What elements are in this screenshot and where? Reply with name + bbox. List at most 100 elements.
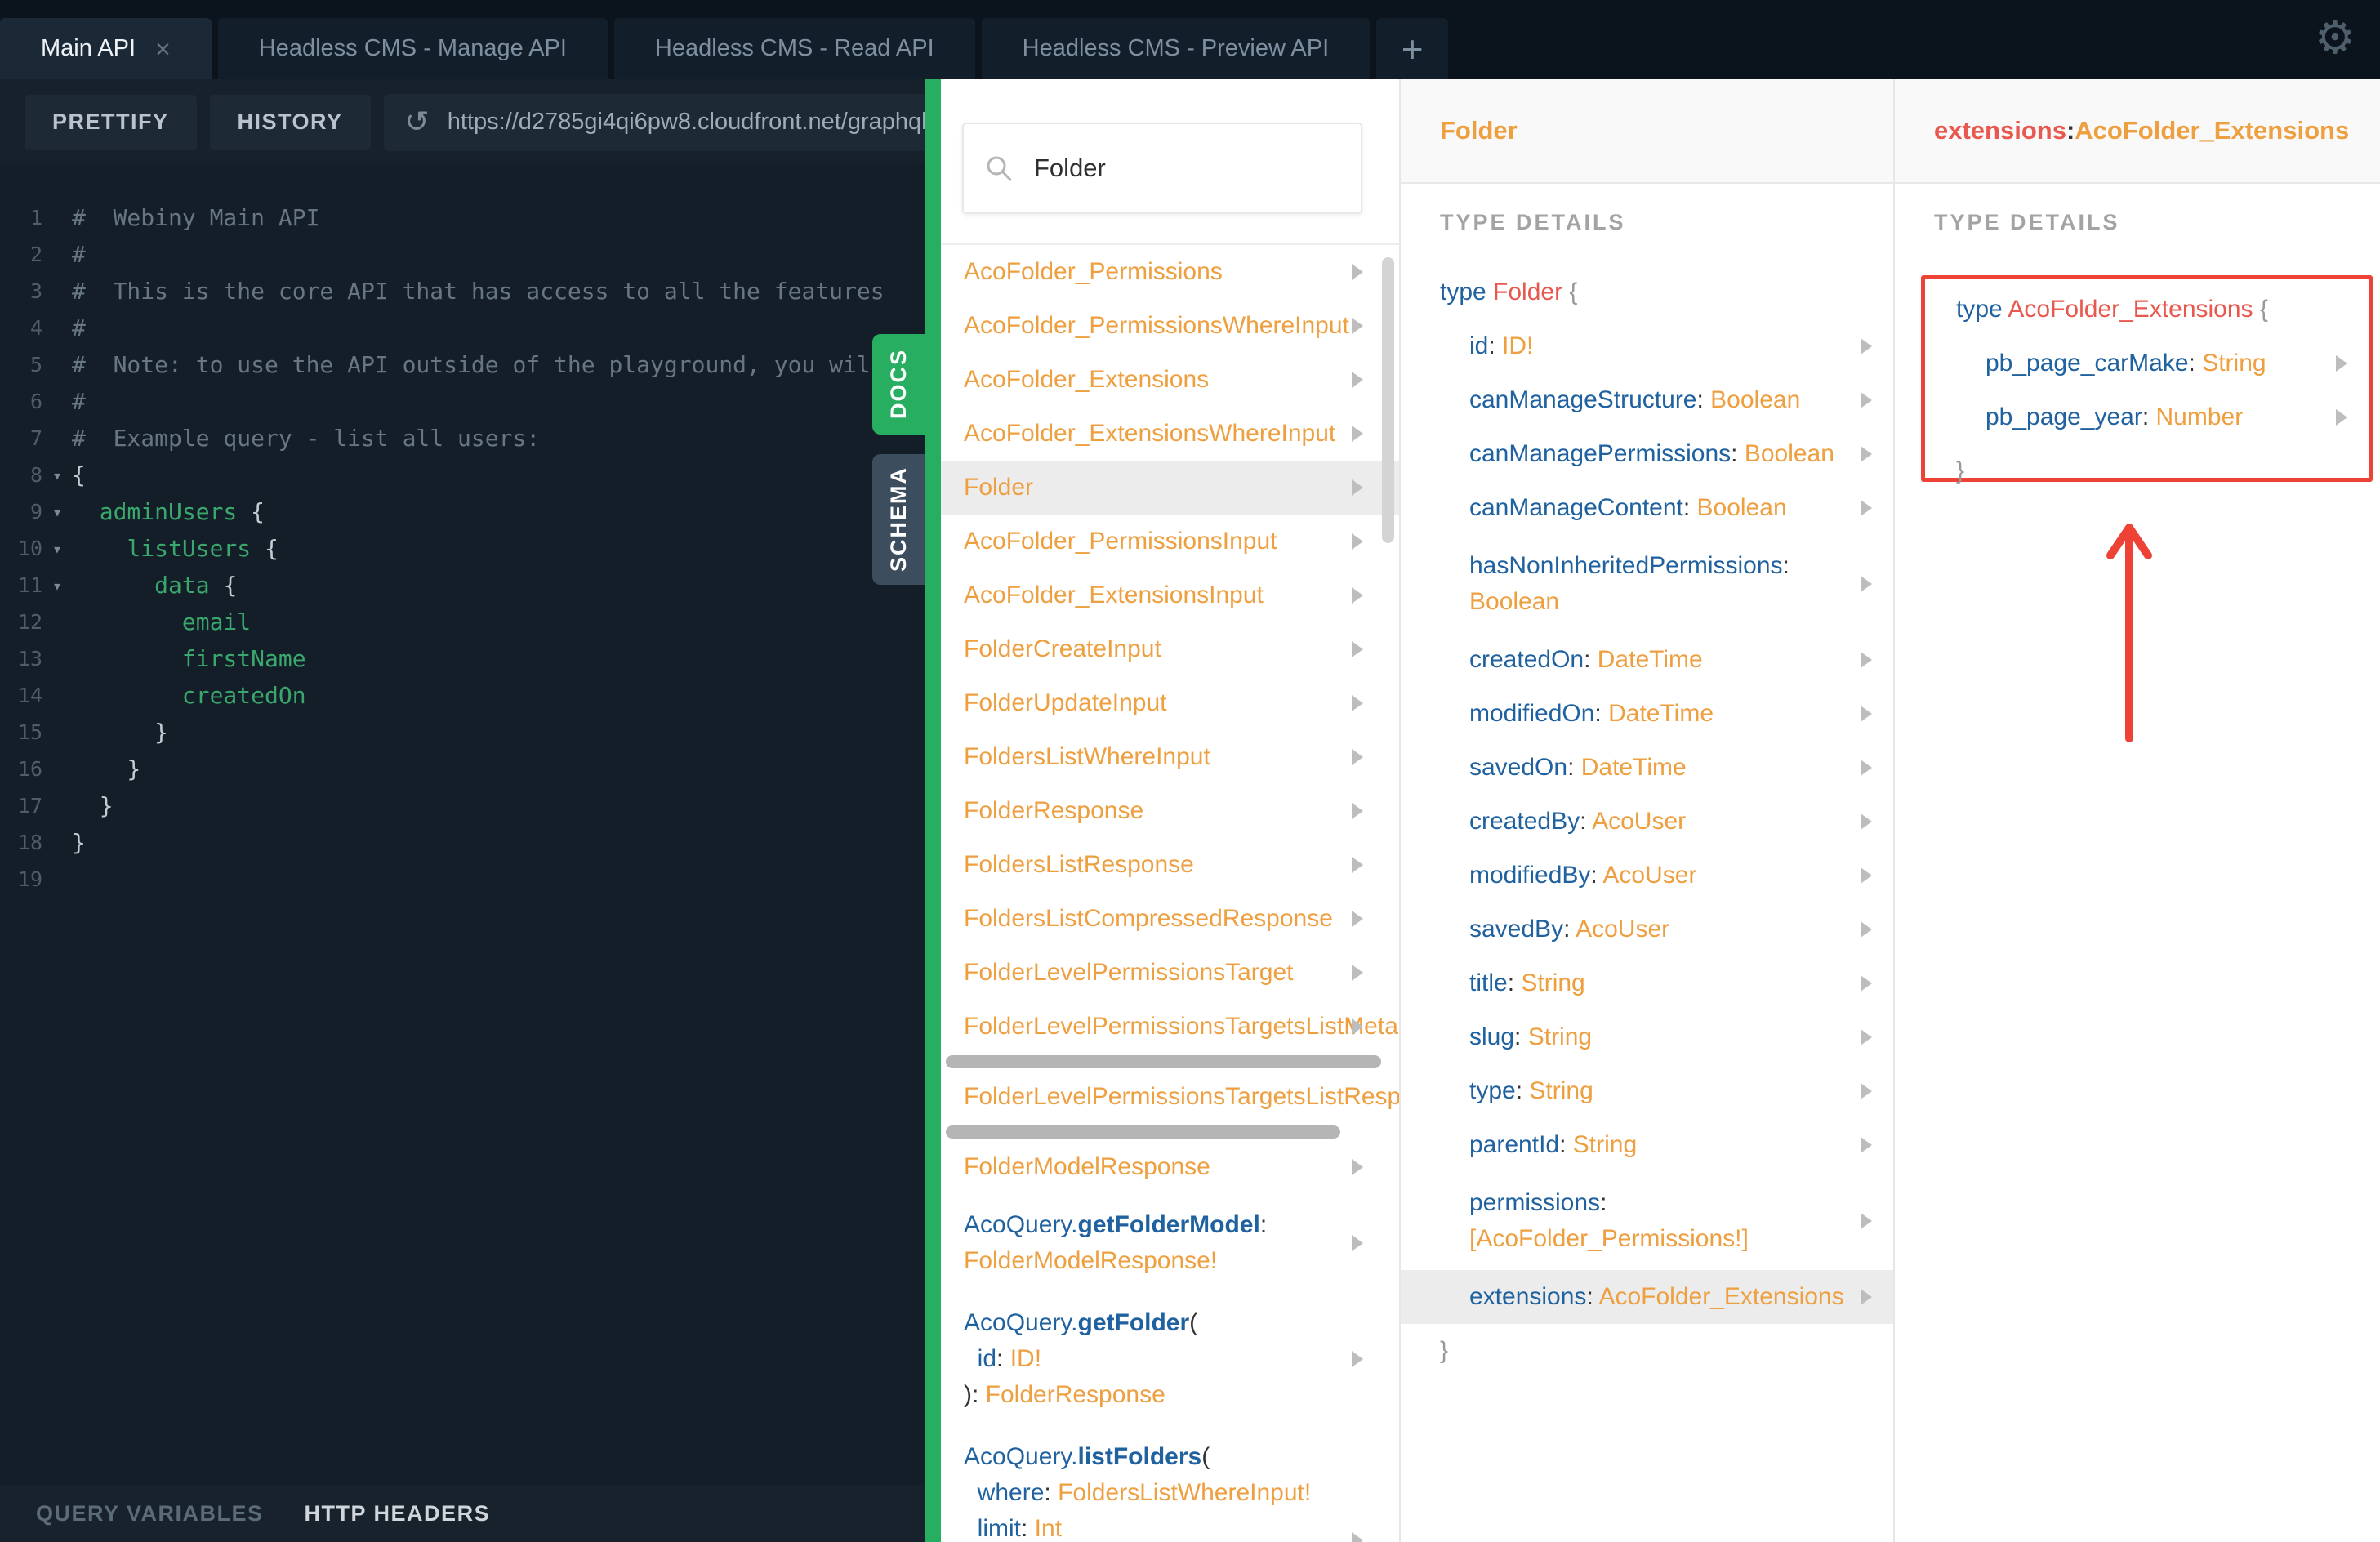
doc-list-item[interactable]: AcoFolder_PermissionsWhereInput: [941, 299, 1399, 353]
doc-list-item[interactable]: AcoFolder_Extensions: [941, 353, 1399, 407]
row-text: slug: String: [1469, 1023, 1593, 1050]
fold-caret-icon[interactable]: ▾: [42, 576, 72, 595]
type-field-row[interactable]: id: ID!: [1401, 319, 1893, 373]
type-field-row[interactable]: createdBy: AcoUser: [1401, 795, 1893, 849]
doc-list-item[interactable]: FoldersListWhereInput: [941, 730, 1399, 784]
row-text: pb_page_carMake: String: [1986, 350, 2266, 377]
type-field-row[interactable]: }: [1401, 1324, 1893, 1378]
type-field-row[interactable]: parentId: String: [1401, 1118, 1893, 1172]
query-editor-pane: PRETTIFY HISTORY ↺ https://d2785gi4qi6pw…: [0, 79, 941, 1542]
editor-line: 18}: [0, 824, 925, 861]
type-field-row[interactable]: createdOn: DateTime: [1401, 633, 1893, 687]
type-field-row[interactable]: canManageContent: Boolean: [1401, 481, 1893, 535]
type-field-row[interactable]: modifiedBy: AcoUser: [1401, 849, 1893, 902]
horizontal-scrollbar[interactable]: [946, 1125, 1340, 1139]
schema-side-tab[interactable]: SCHEMA: [872, 454, 925, 585]
extensions-fields-list: type AcoFolder_Extensions { pb_page_carMa…: [1925, 283, 2369, 498]
fold-caret-icon[interactable]: ▾: [42, 502, 72, 522]
doc-list-item[interactable]: FolderCreateInput: [941, 622, 1399, 676]
doc-list-item[interactable]: FolderLevelPermissionsTargetsListRespo: [941, 1070, 1399, 1124]
folder-type-panel: Folder TYPE DETAILS type Folder {id: ID!…: [1401, 79, 1895, 1542]
type-field-row[interactable]: title: String: [1401, 956, 1893, 1010]
close-tab-icon[interactable]: ×: [155, 36, 171, 62]
tab-headless-cms-preview-api[interactable]: Headless CMS - Preview API: [981, 18, 1371, 79]
docs-search-input[interactable]: Folder: [962, 123, 1362, 214]
type-field-row[interactable]: slug: String: [1401, 1010, 1893, 1064]
reload-icon[interactable]: ↺: [405, 105, 430, 139]
expand-arrow-icon: [1861, 338, 1872, 354]
pane-divider[interactable]: [925, 79, 941, 1542]
type-field-row[interactable]: pb_page_carMake: String: [1925, 336, 2369, 390]
doc-list-item[interactable]: FoldersListResponse: [941, 838, 1399, 892]
history-button[interactable]: HISTORY: [209, 94, 371, 150]
fold-caret-icon[interactable]: ▾: [42, 466, 72, 485]
docs-list-scrollbar[interactable]: [1382, 257, 1394, 543]
doc-list-item[interactable]: AcoFolder_Permissions: [941, 245, 1399, 299]
tab-label: Main API: [41, 35, 136, 61]
tab-main-api[interactable]: Main API ×: [0, 18, 212, 79]
editor-line: 15 }: [0, 714, 925, 751]
row-text: FolderLevelPermissionsTargetsListRespo: [964, 1083, 1399, 1110]
row-text: AcoFolder_Extensions: [964, 366, 1210, 393]
type-field-row[interactable]: permissions: [AcoFolder_Permissions!]: [1401, 1172, 1893, 1270]
extensions-type-panel: extensions: AcoFolder_Extensions TYPE DE…: [1895, 79, 2380, 1542]
docs-side-tab[interactable]: DOCS: [872, 334, 925, 435]
code-text: # Example query - list all users:: [72, 425, 541, 452]
type-details-label: TYPE DETAILS: [1440, 210, 1626, 234]
doc-list-item[interactable]: AcoQuery.getFolder( id: ID!): FolderResp…: [941, 1292, 1399, 1426]
doc-list-item[interactable]: FolderUpdateInput: [941, 676, 1399, 730]
line-number: 15: [17, 720, 42, 744]
type-field-row[interactable]: type Folder {: [1401, 265, 1893, 319]
editor-line: 14 createdOn: [0, 677, 925, 714]
row-text: FolderModelResponse: [964, 1153, 1210, 1180]
doc-list-item[interactable]: AcoFolder_ExtensionsInput: [941, 568, 1399, 622]
horizontal-scrollbar[interactable]: [946, 1055, 1381, 1068]
type-field-row[interactable]: savedBy: AcoUser: [1401, 902, 1893, 956]
type-field-row[interactable]: hasNonInheritedPermissions: Boolean: [1401, 535, 1893, 633]
prettify-button[interactable]: PRETTIFY: [25, 94, 197, 150]
expand-arrow-icon: [1352, 695, 1363, 711]
type-field-row[interactable]: type: String: [1401, 1064, 1893, 1118]
expand-arrow-icon: [1861, 921, 1872, 938]
doc-list-item[interactable]: FolderModelResponse: [941, 1140, 1399, 1194]
fold-caret-icon[interactable]: ▾: [42, 539, 72, 559]
doc-list-item[interactable]: Folder: [941, 461, 1399, 515]
doc-list-item[interactable]: FoldersListCompressedResponse: [941, 892, 1399, 946]
line-number: 16: [17, 757, 42, 781]
query-editor[interactable]: 1 # Webiny Main API 2 #3 # This is the core …: [0, 165, 925, 1542]
expand-arrow-icon: [1352, 587, 1363, 604]
code-text: # This is the core API that has access t…: [72, 278, 885, 305]
panel-header-text: extensions: [1934, 116, 2066, 145]
doc-list-item[interactable]: AcoFolder_PermissionsInput: [941, 515, 1399, 568]
tab-headless-cms-manage-api[interactable]: Headless CMS - Manage API: [217, 18, 608, 79]
expand-arrow-icon: [1861, 975, 1872, 992]
type-field-row[interactable]: savedOn: DateTime: [1401, 741, 1893, 795]
type-field-row[interactable]: modifiedOn: DateTime: [1401, 687, 1893, 741]
type-field-row[interactable]: extensions: AcoFolder_Extensions: [1401, 1270, 1893, 1324]
doc-list-item[interactable]: FolderLevelPermissionsTargetsListMeta: [941, 1000, 1399, 1054]
expand-arrow-icon: [1352, 1235, 1363, 1251]
line-number: 7: [29, 426, 42, 450]
type-field-row[interactable]: type AcoFolder_Extensions {: [1925, 283, 2369, 336]
doc-list-item[interactable]: AcoQuery.listFolders( where: FoldersList…: [941, 1426, 1399, 1542]
type-field-row[interactable]: canManagePermissions: Boolean: [1401, 427, 1893, 481]
settings-gear-icon[interactable]: ⚙: [2315, 11, 2355, 65]
expand-arrow-icon: [1352, 1532, 1363, 1542]
code-text: # Webiny Main API: [72, 204, 320, 231]
endpoint-url-input[interactable]: ↺ https://d2785gi4qi6pw8.cloudfront.net/…: [383, 93, 941, 151]
http-headers-tab[interactable]: HTTP HEADERS: [305, 1501, 491, 1526]
tab-headless-cms-read-api[interactable]: Headless CMS - Read API: [613, 18, 975, 79]
doc-list-item[interactable]: FolderResponse: [941, 784, 1399, 838]
query-variables-tab[interactable]: QUERY VARIABLES: [36, 1501, 264, 1526]
doc-list-item[interactable]: AcoQuery.getFolderModel: FolderModelRespo…: [941, 1194, 1399, 1292]
row-text: where: FoldersListWhereInput!: [964, 1479, 1312, 1506]
new-tab-button[interactable]: +: [1376, 18, 1449, 79]
doc-list-item[interactable]: FolderLevelPermissionsTarget: [941, 946, 1399, 1000]
type-field-row[interactable]: pb_page_year: Number: [1925, 390, 2369, 444]
code-text: data {: [154, 572, 238, 599]
row-text: FolderModelResponse!: [964, 1247, 1218, 1274]
doc-list-item[interactable]: AcoFolder_ExtensionsWhereInput: [941, 407, 1399, 461]
type-field-row[interactable]: }: [1925, 444, 2369, 498]
search-value: Folder: [1034, 154, 1106, 182]
type-field-row[interactable]: canManageStructure: Boolean: [1401, 373, 1893, 427]
